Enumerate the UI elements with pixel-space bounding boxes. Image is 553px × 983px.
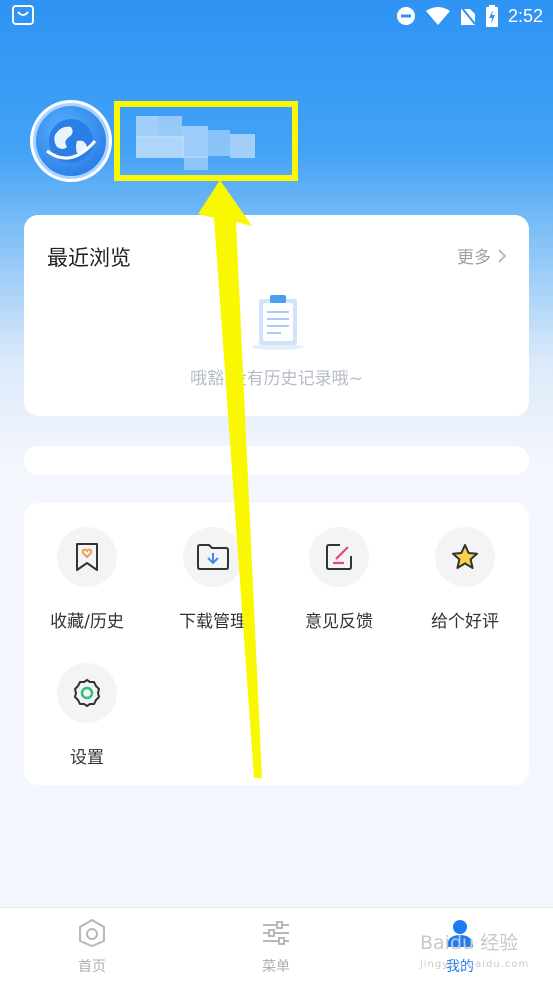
annotation-arrow [198, 180, 262, 778]
